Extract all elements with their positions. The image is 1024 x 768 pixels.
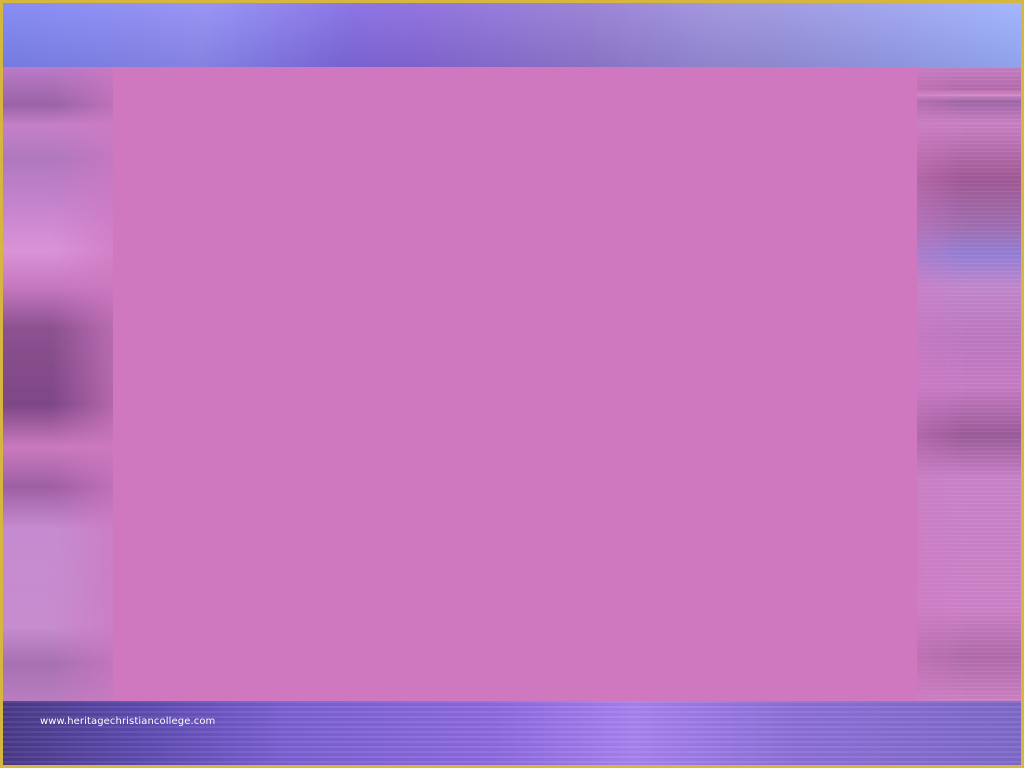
bottom-decorative-band bbox=[3, 701, 1021, 765]
top-decorative-band bbox=[3, 3, 1021, 67]
slide-background: www.heritagechristiancollege.com bbox=[0, 0, 1024, 768]
center-panel bbox=[113, 67, 917, 707]
right-fine-lines bbox=[901, 67, 1021, 707]
footer-url-text: www.heritagechristiancollege.com bbox=[40, 716, 216, 727]
